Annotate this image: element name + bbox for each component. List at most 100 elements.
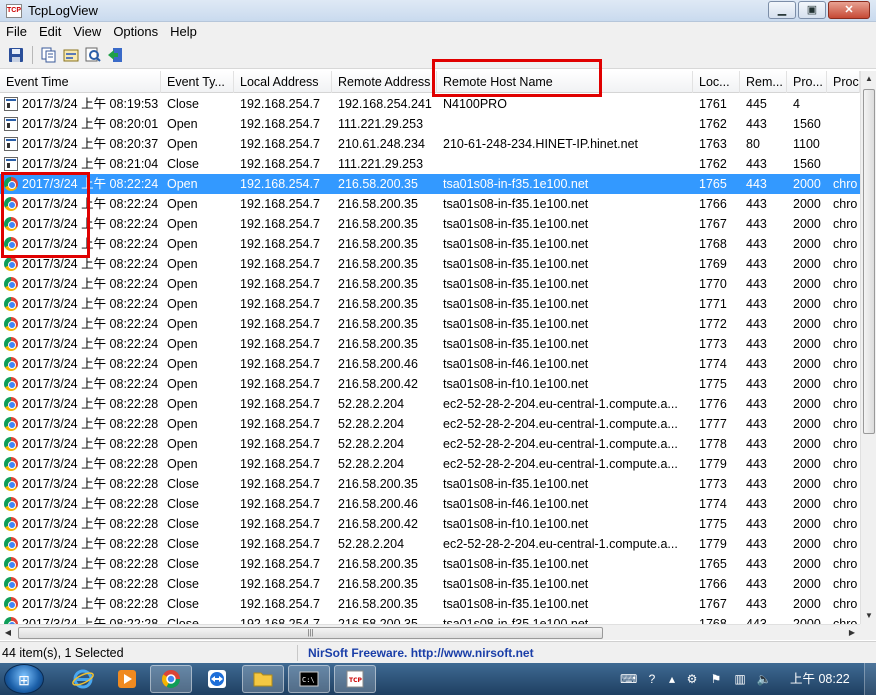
menu-options[interactable]: Options — [107, 24, 164, 39]
cell-local-address: 192.168.254.7 — [240, 617, 320, 624]
scroll-up-icon[interactable]: ▲ — [861, 71, 876, 87]
cell-event-time: 2017/3/24 上午 08:22:28 — [22, 497, 159, 511]
volume-icon[interactable]: 🔈 — [756, 671, 772, 687]
table-row[interactable]: 2017/3/24 上午 08:22:28 Close 192.168.254.7 2… — [0, 514, 860, 534]
table-row[interactable]: 2017/3/24 上午 08:22:24 Open 192.168.254.7 21… — [0, 194, 860, 214]
cell-remote-host-name: tsa01s08-in-f35.1e100.net — [443, 597, 589, 611]
cell-remote-host-name: tsa01s08-in-f35.1e100.net — [443, 617, 589, 624]
cell-remote-host-name: tsa01s08-in-f35.1e100.net — [443, 257, 589, 271]
save-icon[interactable] — [7, 46, 25, 64]
table-row[interactable]: 2017/3/24 上午 08:22:28 Close 192.168.254.7 5… — [0, 534, 860, 554]
cell-remote-host-name: tsa01s08-in-f35.1e100.net — [443, 337, 589, 351]
keyboard-icon[interactable]: ⌨ — [620, 671, 637, 687]
internet-explorer-icon[interactable] — [62, 665, 104, 693]
help-icon[interactable]: ? — [644, 671, 660, 687]
table-row[interactable]: 2017/3/24 上午 08:22:28 Open 192.168.254.7 52… — [0, 414, 860, 434]
scroll-right-icon[interactable]: ▶ — [844, 625, 860, 641]
command-prompt-icon[interactable]: C:\ — [288, 665, 330, 693]
horizontal-scroll-thumb[interactable]: ||| — [18, 627, 603, 639]
network-icon[interactable]: ▥ — [732, 671, 748, 687]
table-row[interactable]: 2017/3/24 上午 08:22:28 Open 192.168.254.7 52… — [0, 434, 860, 454]
cell-process-id: 2000 — [793, 397, 821, 411]
table-row[interactable]: 2017/3/24 上午 08:22:28 Open 192.168.254.7 52… — [0, 454, 860, 474]
cell-local-port: 1762 — [699, 157, 727, 171]
column-remote-host-name[interactable]: Remote Host Name — [437, 71, 693, 93]
svg-text:C:\: C:\ — [302, 676, 315, 684]
close-button[interactable]: ✕ — [828, 1, 870, 19]
media-player-icon[interactable] — [106, 665, 148, 693]
table-row[interactable]: 2017/3/24 上午 08:22:24 Open 192.168.254.7 21… — [0, 254, 860, 274]
column-process-name[interactable]: Proc — [827, 71, 860, 93]
cell-local-address: 192.168.254.7 — [240, 97, 320, 111]
column-event-time[interactable]: Event Time — [0, 71, 161, 93]
maximize-button[interactable]: ▣ — [798, 1, 826, 19]
menu-help[interactable]: Help — [164, 24, 203, 39]
table-row[interactable]: 2017/3/24 上午 08:22:28 Close 192.168.254.7 2… — [0, 474, 860, 494]
column-local-address[interactable]: Local Address — [234, 71, 332, 93]
column-remote-address[interactable]: Remote Address — [332, 71, 437, 93]
windows-start-icon[interactable]: ⊞ — [4, 664, 44, 694]
menu-file[interactable]: File — [0, 24, 33, 39]
show-desktop-button[interactable] — [864, 663, 876, 695]
cell-event-type: Open — [167, 137, 198, 151]
table-row[interactable]: 2017/3/24 上午 08:19:53 Close 192.168.254.7 1… — [0, 94, 860, 114]
minimize-button[interactable]: ▁ — [768, 1, 796, 19]
table-row[interactable]: 2017/3/24 上午 08:22:28 Close 192.168.254.7 2… — [0, 594, 860, 614]
connection-list[interactable]: Event Time Event Ty... Local Address Rem… — [0, 71, 860, 624]
teamviewer-icon[interactable] — [196, 665, 238, 693]
vertical-scrollbar[interactable]: ▲ ▼ — [860, 71, 876, 624]
cell-event-time: 2017/3/24 上午 08:22:24 — [22, 317, 159, 331]
table-row[interactable]: 2017/3/24 上午 08:22:24 Open 192.168.254.7 21… — [0, 214, 860, 234]
column-local-port[interactable]: Loc... — [693, 71, 740, 93]
scroll-left-icon[interactable]: ◀ — [0, 625, 16, 641]
table-row[interactable]: 2017/3/24 上午 08:22:24 Open 192.168.254.7 21… — [0, 314, 860, 334]
cell-remote-host-name: tsa01s08-in-f35.1e100.net — [443, 297, 589, 311]
table-row[interactable]: 2017/3/24 上午 08:22:24 Open 192.168.254.7 21… — [0, 274, 860, 294]
chrome-icon[interactable] — [150, 665, 192, 693]
vertical-scroll-thumb[interactable] — [863, 89, 875, 434]
cell-process-id: 1560 — [793, 157, 821, 171]
tcplogview-icon[interactable]: TCP — [334, 665, 376, 693]
cell-process-name: chro — [833, 397, 858, 411]
menu-view[interactable]: View — [67, 24, 107, 39]
cell-remote-host-name: tsa01s08-in-f46.1e100.net — [443, 357, 589, 371]
table-row[interactable]: 2017/3/24 上午 08:22:24 Open 192.168.254.7 21… — [0, 174, 860, 194]
nirsoft-link[interactable]: NirSoft Freeware. http://www.nirsoft.net — [308, 642, 534, 664]
exit-icon[interactable] — [106, 46, 124, 64]
cell-remote-host-name: tsa01s08-in-f35.1e100.net — [443, 477, 589, 491]
table-row[interactable]: 2017/3/24 上午 08:22:24 Open 192.168.254.7 21… — [0, 294, 860, 314]
column-process-id[interactable]: Pro... — [787, 71, 827, 93]
table-row[interactable]: 2017/3/24 上午 08:20:37 Open 192.168.254.7 21… — [0, 134, 860, 154]
column-event-type[interactable]: Event Ty... — [161, 71, 234, 93]
cell-remote-host-name: tsa01s08-in-f35.1e100.net — [443, 577, 589, 591]
settings-icon[interactable]: ⚙ — [684, 671, 700, 687]
table-row[interactable]: 2017/3/24 上午 08:22:28 Close 192.168.254.7 2… — [0, 574, 860, 594]
properties-icon[interactable] — [62, 46, 80, 64]
copy-icon[interactable] — [40, 46, 58, 64]
table-row[interactable]: 2017/3/24 上午 08:22:24 Open 192.168.254.7 21… — [0, 234, 860, 254]
table-row[interactable]: 2017/3/24 上午 08:20:01 Open 192.168.254.7 11… — [0, 114, 860, 134]
tray-arrow-icon[interactable]: ▴ — [664, 671, 680, 687]
find-icon[interactable] — [84, 46, 102, 64]
table-row[interactable]: 2017/3/24 上午 08:22:28 Open 192.168.254.7 52… — [0, 394, 860, 414]
table-row[interactable]: 2017/3/24 上午 08:22:24 Open 192.168.254.7 21… — [0, 374, 860, 394]
table-row[interactable]: 2017/3/24 上午 08:22:28 Close 192.168.254.7 2… — [0, 494, 860, 514]
scroll-down-icon[interactable]: ▼ — [861, 608, 876, 624]
cell-remote-address: 216.58.200.35 — [338, 477, 418, 491]
cell-remote-host-name: tsa01s08-in-f35.1e100.net — [443, 177, 589, 191]
cell-event-type: Open — [167, 297, 198, 311]
status-separator — [297, 645, 298, 661]
table-row[interactable]: 2017/3/24 上午 08:22:24 Open 192.168.254.7 21… — [0, 354, 860, 374]
column-remote-port[interactable]: Rem... — [740, 71, 787, 93]
menu-edit[interactable]: Edit — [33, 24, 67, 39]
table-row[interactable]: 2017/3/24 上午 08:22:28 Close 192.168.254.7 2… — [0, 614, 860, 624]
horizontal-scrollbar[interactable]: ◀ ||| ▶ — [0, 624, 860, 640]
table-row[interactable]: 2017/3/24 上午 08:21:04 Close 192.168.254.7 1… — [0, 154, 860, 174]
table-row[interactable]: 2017/3/24 上午 08:22:24 Open 192.168.254.7 21… — [0, 334, 860, 354]
file-explorer-icon[interactable] — [242, 665, 284, 693]
action-center-icon[interactable]: ⚑ — [708, 671, 724, 687]
clock[interactable]: 上午 08:22 — [790, 663, 850, 695]
cell-remote-host-name: tsa01s08-in-f10.1e100.net — [443, 517, 589, 531]
cell-remote-port: 443 — [746, 617, 767, 624]
table-row[interactable]: 2017/3/24 上午 08:22:28 Close 192.168.254.7 2… — [0, 554, 860, 574]
